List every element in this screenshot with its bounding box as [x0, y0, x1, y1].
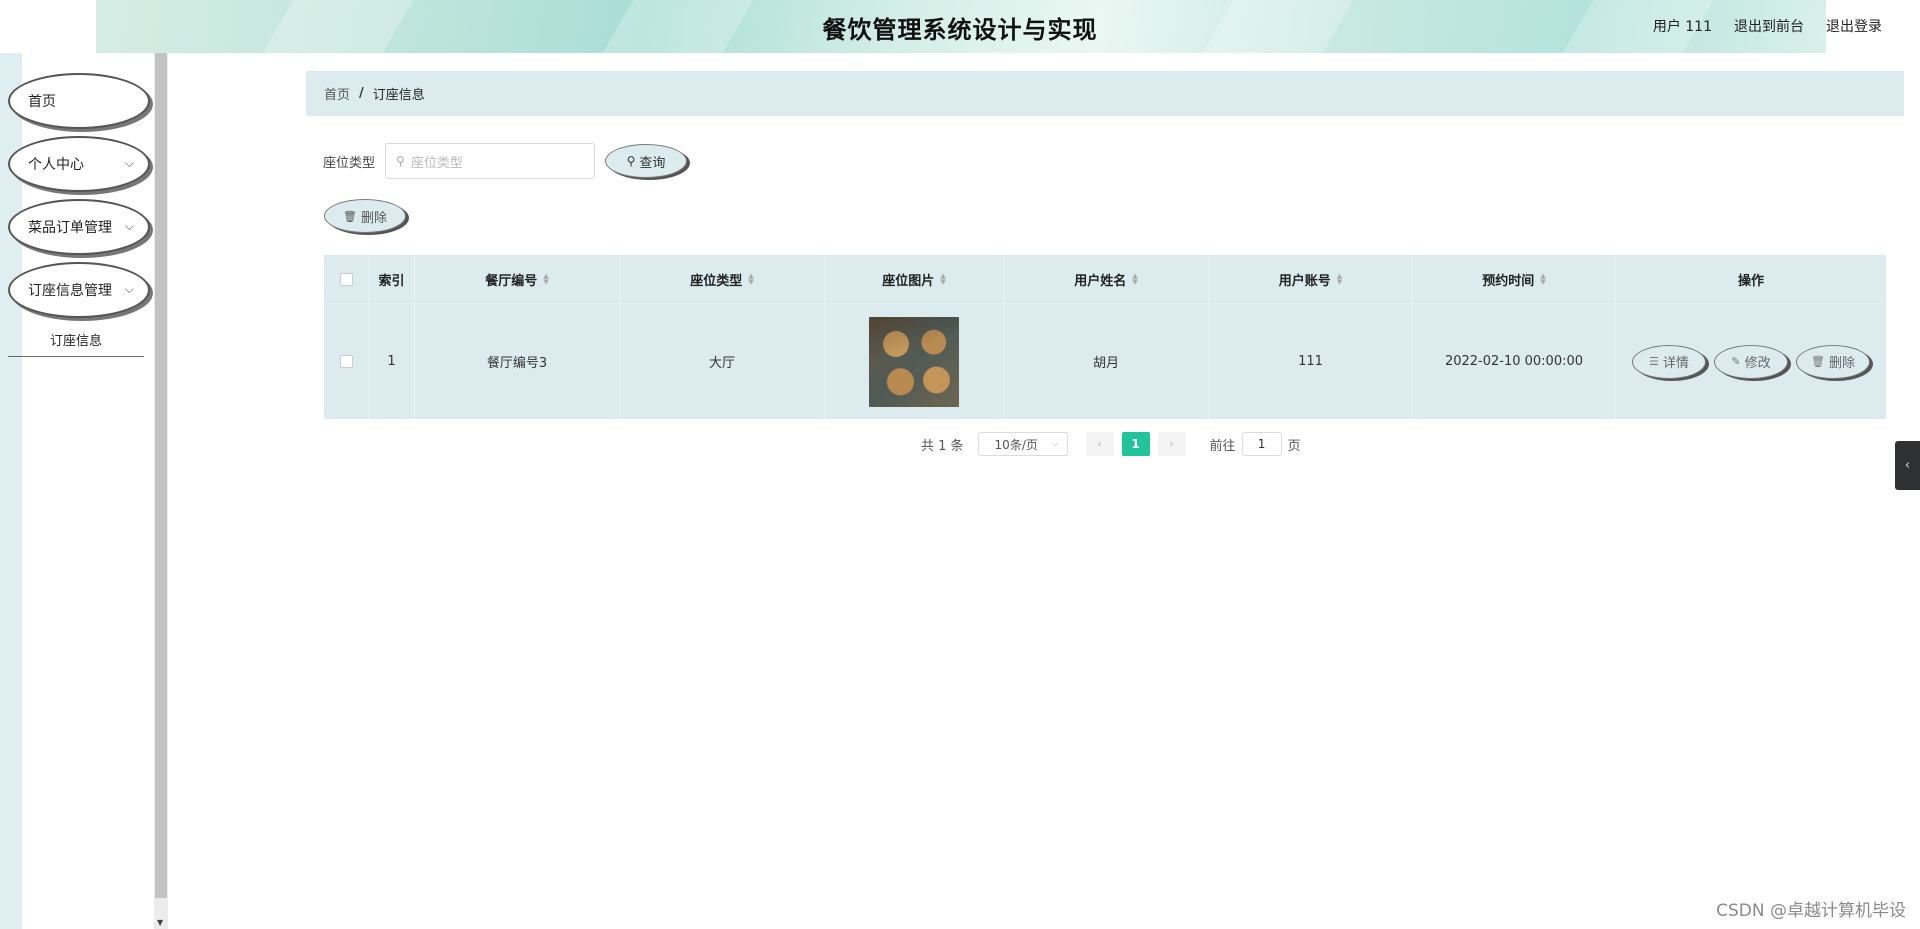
- app-title: 餐饮管理系统设计与实现: [822, 16, 1098, 44]
- column-header-reserve-time[interactable]: 预约时间 ▲ ▼: [1413, 255, 1616, 303]
- column-header-user-name[interactable]: 用户姓名 ▲ ▼: [1004, 255, 1209, 303]
- cell-user-name: 胡月: [1004, 304, 1209, 419]
- pencil-icon: ✎: [1731, 355, 1741, 368]
- sidebar-item-personal-center[interactable]: 个人中心 ⌵: [8, 136, 150, 192]
- chevron-down-icon: ⌵: [1051, 439, 1059, 449]
- search-row: 座位类型 ⚲ 座位类型 ⚲ 查询: [323, 143, 688, 179]
- column-header-restaurant-no[interactable]: 餐厅编号 ▲ ▼: [415, 255, 620, 303]
- table-header: 索引 餐厅编号 ▲ ▼ 座位类型 ▲ ▼ 座位图片 ▲ ▼ 用户姓名 ▲ ▼ 用户账号 ▲ ▼ 预约…: [324, 255, 1886, 304]
- chevron-down-icon: ⌵: [124, 156, 134, 170]
- user-label: 用户 111: [1652, 19, 1712, 35]
- seat-type-search-input[interactable]: ⚲ 座位类型: [385, 143, 596, 179]
- column-header-seat-image[interactable]: 座位图片 ▲ ▼: [825, 255, 1004, 303]
- pagination-total: 共 1 条: [921, 438, 964, 454]
- row-actions: ☰ 详情 ✎ 修改 🗑 删除: [1632, 344, 1870, 379]
- query-button[interactable]: ⚲ 查询: [605, 144, 688, 178]
- cell-user-account: 111: [1209, 304, 1413, 419]
- column-header-actions: 操作: [1737, 273, 1764, 289]
- search-icon: ⚲: [396, 154, 405, 168]
- sidebar-scrollbar[interactable]: ▼: [154, 53, 168, 929]
- batch-delete-button[interactable]: 🗑 删除: [324, 199, 406, 233]
- breadcrumb-home-link[interactable]: 首页: [324, 84, 350, 103]
- chevron-down-icon: ⌵: [124, 282, 134, 296]
- sidebar-item-label: 菜品订单管理: [28, 220, 112, 236]
- sidebar-item-dish-order-management[interactable]: 菜品订单管理 ⌵: [8, 199, 150, 255]
- pagination: 共 1 条 10条/页 ⌵ ‹ 1 › 前往 1 页: [921, 432, 1301, 456]
- header: 餐饮管理系统设计与实现 用户 111 退出到前台 退出登录: [0, 0, 1920, 53]
- select-all-checkbox[interactable]: [339, 272, 353, 286]
- sort-icon[interactable]: ▲ ▼: [1132, 273, 1137, 286]
- trash-icon: 🗑: [343, 209, 357, 223]
- sort-icon[interactable]: ▲ ▼: [748, 273, 753, 286]
- column-header-user-account[interactable]: 用户账号 ▲ ▼: [1209, 255, 1413, 303]
- sort-icon[interactable]: ▲ ▼: [543, 273, 548, 286]
- goto-page-input[interactable]: 1: [1241, 432, 1282, 456]
- sidebar-subitem-seat-reservation-info[interactable]: 订座信息: [8, 323, 144, 357]
- column-header-index: 索引: [369, 255, 415, 303]
- sidebar-item-seat-reservation-management[interactable]: 订座信息管理 ⌵: [8, 262, 150, 318]
- scrollbar-thumb[interactable]: [155, 53, 167, 898]
- logout-link[interactable]: 退出登录: [1826, 16, 1882, 36]
- next-page-button[interactable]: ›: [1157, 432, 1186, 456]
- breadcrumb: 首页 / 订座信息: [306, 71, 1904, 116]
- prev-page-button[interactable]: ‹: [1085, 432, 1114, 456]
- cell-index: 1: [369, 304, 415, 419]
- breadcrumb-separator: /: [359, 86, 364, 101]
- search-placeholder: 座位类型: [410, 155, 463, 171]
- header-user-links: 用户 111 退出到前台 退出登录: [1653, 16, 1882, 36]
- seat-type-label: 座位类型: [323, 155, 376, 171]
- sidebar: 首页 个人中心 ⌵ 菜品订单管理 ⌵ 订座信息管理 ⌵ 订座信息: [0, 53, 156, 929]
- goto-prefix: 前往: [1209, 438, 1236, 454]
- query-button-label: 查询: [639, 155, 666, 171]
- seat-image[interactable]: [869, 316, 959, 407]
- cell-restaurant-no: 餐厅编号3: [415, 304, 620, 419]
- sidebar-item-home[interactable]: 首页: [8, 73, 150, 129]
- edit-button[interactable]: ✎ 修改: [1714, 344, 1788, 379]
- cell-seat-type: 大厅: [620, 304, 825, 419]
- sort-icon[interactable]: ▲ ▼: [1337, 273, 1342, 286]
- row-delete-button[interactable]: 🗑 删除: [1796, 344, 1870, 379]
- reservation-table: 索引 餐厅编号 ▲ ▼ 座位类型 ▲ ▼ 座位图片 ▲ ▼ 用户姓名 ▲ ▼ 用户账号 ▲ ▼ 预约…: [324, 255, 1886, 419]
- watermark: CSDN @卓越计算机毕设: [1716, 901, 1906, 921]
- chevron-left-icon: ‹: [1904, 458, 1911, 473]
- scroll-down-icon[interactable]: ▼: [157, 918, 163, 927]
- batch-delete-label: 删除: [360, 210, 387, 226]
- detail-button[interactable]: ☰ 详情: [1632, 344, 1706, 379]
- document-icon: ☰: [1649, 355, 1659, 368]
- sidebar-item-label: 订座信息管理: [28, 283, 112, 299]
- collapse-panel-button[interactable]: ‹: [1895, 441, 1920, 490]
- column-header-seat-type[interactable]: 座位类型 ▲ ▼: [620, 255, 825, 303]
- page-size-select[interactable]: 10条/页 ⌵: [977, 432, 1068, 456]
- goto-suffix: 页: [1287, 438, 1301, 454]
- back-to-front-link[interactable]: 退出到前台: [1734, 16, 1804, 36]
- chevron-down-icon: ⌵: [124, 219, 134, 233]
- breadcrumb-current: 订座信息: [372, 88, 425, 103]
- search-icon: ⚲: [626, 154, 636, 168]
- sort-icon[interactable]: ▲ ▼: [1540, 273, 1545, 286]
- sidebar-item-label: 首页: [28, 94, 56, 110]
- sidebar-item-label: 个人中心: [28, 157, 84, 173]
- table-row: 1 餐厅编号3 大厅 胡月 111 2022-02-10 00:00:00 ☰ …: [324, 304, 1886, 419]
- cell-reserve-time: 2022-02-10 00:00:00: [1413, 304, 1616, 419]
- page-number-current[interactable]: 1: [1121, 432, 1150, 456]
- row-checkbox[interactable]: [339, 355, 353, 368]
- trash-icon: 🗑: [1811, 355, 1825, 368]
- sort-icon[interactable]: ▲ ▼: [940, 273, 945, 286]
